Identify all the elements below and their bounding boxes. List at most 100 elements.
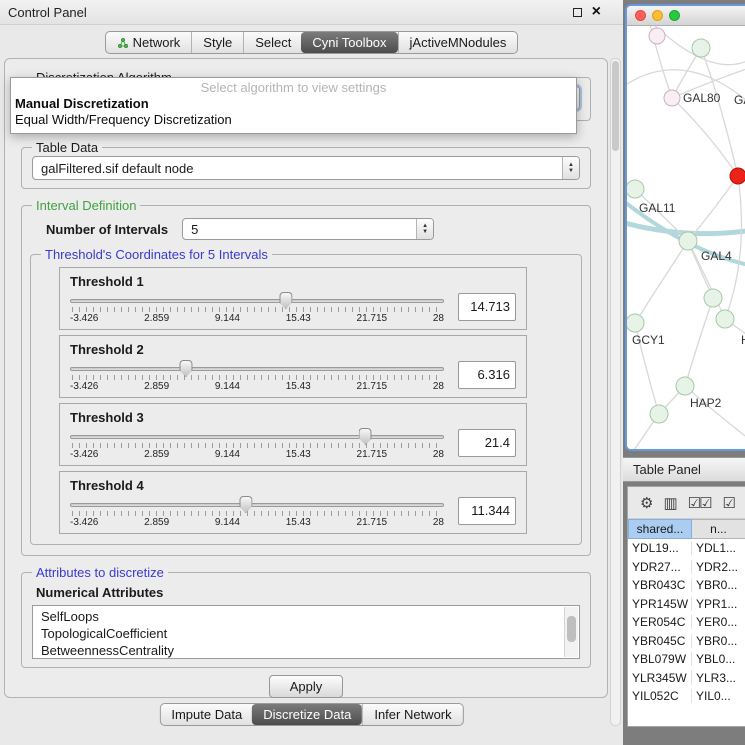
node-label-gal4: GAL4 bbox=[701, 249, 732, 263]
network-node-gcy1[interactable] bbox=[627, 314, 644, 332]
network-node[interactable] bbox=[649, 28, 665, 44]
table-row[interactable]: YDL19...YDL1... bbox=[628, 539, 745, 558]
table-cell[interactable]: YBL079W bbox=[628, 652, 692, 666]
threshold-value-box[interactable]: 11.344 bbox=[458, 497, 516, 525]
tab-network[interactable]: Network bbox=[106, 32, 192, 53]
network-edge[interactable] bbox=[725, 176, 741, 319]
table-data-combo-value: galFiltered.sif default node bbox=[33, 161, 562, 176]
slider-track[interactable] bbox=[70, 435, 444, 439]
table-cell[interactable]: YBL0... bbox=[692, 652, 745, 666]
close-window-icon[interactable]: × bbox=[592, 6, 601, 18]
table-cell[interactable]: YPR1... bbox=[692, 597, 745, 611]
network-node[interactable] bbox=[650, 405, 668, 423]
column-header-shared-name[interactable]: shared... bbox=[628, 519, 692, 539]
number-of-intervals-value: 5 bbox=[183, 222, 416, 237]
apply-button[interactable]: Apply bbox=[269, 675, 344, 698]
slider-track[interactable] bbox=[70, 503, 444, 507]
network-node[interactable] bbox=[704, 289, 722, 307]
threshold-slider[interactable]: -3.4262.8599.14415.4321.71528 bbox=[70, 292, 444, 326]
table-settings-gear-icon[interactable]: ⚙ bbox=[640, 494, 651, 512]
show-columns-icon[interactable]: ▥ bbox=[663, 494, 675, 512]
table-data-combo[interactable]: galFiltered.sif default node ▲▼ bbox=[32, 156, 580, 180]
close-traffic-icon[interactable] bbox=[635, 10, 646, 21]
threshold-value-box[interactable]: 14.713 bbox=[458, 293, 516, 321]
tab-select[interactable]: Select bbox=[243, 32, 302, 53]
table-cell[interactable]: YBR045C bbox=[628, 634, 692, 648]
network-node[interactable] bbox=[730, 168, 745, 184]
table-data-group: Table Data galFiltered.sif default node … bbox=[21, 147, 591, 189]
network-node[interactable] bbox=[716, 310, 734, 328]
attributes-scrollbar-thumb[interactable] bbox=[567, 616, 576, 642]
tab-jactivemnodules[interactable]: jActiveMNodules bbox=[398, 32, 518, 53]
network-icon bbox=[117, 37, 129, 49]
tab-label: Style bbox=[203, 35, 232, 50]
network-node-hap2[interactable] bbox=[676, 377, 694, 395]
attributes-list[interactable]: SelfLoopsTopologicalCoefficientBetweenne… bbox=[32, 605, 580, 659]
table-row[interactable]: YBR045CYBR0... bbox=[628, 632, 745, 651]
table-row[interactable]: YDR27...YDR2... bbox=[628, 558, 745, 577]
threshold-row: -3.4262.8599.14415.4321.71528 14.713 bbox=[70, 292, 516, 326]
table-row[interactable]: YER054CYER0... bbox=[628, 613, 745, 632]
slider-track[interactable] bbox=[70, 367, 444, 371]
threshold-label: Threshold 2 bbox=[70, 342, 516, 357]
network-canvas[interactable]: GAL80GAL11GAL4GCY1HAP2GAH bbox=[627, 26, 745, 449]
column-header-name[interactable]: n... bbox=[692, 519, 745, 539]
tab-discretize-data[interactable]: Discretize Data bbox=[252, 704, 362, 725]
zoom-traffic-icon[interactable] bbox=[669, 10, 680, 21]
table-cell[interactable]: YLR3... bbox=[692, 671, 745, 685]
threshold-slider[interactable]: -3.4262.8599.14415.4321.71528 bbox=[70, 496, 444, 530]
table-cell[interactable]: YIL0... bbox=[692, 689, 745, 703]
tab-impute-data[interactable]: Impute Data bbox=[160, 704, 253, 725]
table-row[interactable]: YLR345WYLR3... bbox=[628, 669, 745, 688]
table-row[interactable]: YBR043CYBR0... bbox=[628, 576, 745, 595]
threshold-slider[interactable]: -3.4262.8599.14415.4321.71528 bbox=[70, 428, 444, 462]
threshold-value-box[interactable]: 6.316 bbox=[458, 361, 516, 389]
table-cell[interactable]: YLR345W bbox=[628, 671, 692, 685]
table-cell[interactable]: YDL1... bbox=[692, 541, 745, 555]
table-cell[interactable]: YDR27... bbox=[628, 560, 692, 574]
bottom-tab-bar: Impute DataDiscretize DataInfer Network bbox=[159, 703, 463, 726]
attributes-scrollbar[interactable] bbox=[564, 607, 578, 657]
tab-cyni-toolbox[interactable]: Cyni Toolbox bbox=[301, 32, 397, 53]
network-node-gal80[interactable] bbox=[664, 90, 680, 106]
threshold-panel-1: Threshold 1 -3.4262.8599.14415.4321.7152… bbox=[59, 267, 527, 330]
attribute-item-betweennesscentrality[interactable]: BetweennessCentrality bbox=[33, 642, 579, 659]
select-checkbox-icon[interactable]: ☑ bbox=[723, 494, 734, 512]
network-edge[interactable] bbox=[701, 48, 738, 176]
network-edge[interactable] bbox=[685, 298, 713, 386]
network-edge[interactable] bbox=[685, 386, 745, 442]
popup-option-manual-discretization[interactable]: Manual Discretization bbox=[11, 96, 576, 112]
control-panel-scrollbar[interactable] bbox=[610, 58, 621, 726]
table-cell[interactable]: YBR0... bbox=[692, 578, 745, 592]
table-cell[interactable]: YDL19... bbox=[628, 541, 692, 555]
tab-infer-network[interactable]: Infer Network bbox=[362, 704, 462, 725]
threshold-value-box[interactable]: 21.4 bbox=[458, 429, 516, 457]
float-window-icon[interactable] bbox=[573, 8, 582, 17]
table-cell[interactable]: YBR043C bbox=[628, 578, 692, 592]
scale-label: -3.426 bbox=[70, 313, 98, 324]
tab-style[interactable]: Style bbox=[191, 32, 243, 53]
minimize-traffic-icon[interactable] bbox=[652, 10, 663, 21]
network-node-gal4[interactable] bbox=[679, 232, 697, 250]
table-row[interactable]: YPR145WYPR1... bbox=[628, 595, 745, 614]
network-edge[interactable] bbox=[635, 241, 688, 323]
table-cell[interactable]: YIL052C bbox=[628, 689, 692, 703]
table-cell[interactable]: YPR145W bbox=[628, 597, 692, 611]
network-node-gal11[interactable] bbox=[627, 180, 644, 198]
slider-ticks bbox=[72, 307, 442, 312]
control-panel-scrollbar-thumb[interactable] bbox=[612, 61, 619, 151]
slider-track[interactable] bbox=[70, 299, 444, 303]
table-cell[interactable]: YDR2... bbox=[692, 560, 745, 574]
table-cell[interactable]: YER054C bbox=[628, 615, 692, 629]
table-row[interactable]: YIL052CYIL0... bbox=[628, 687, 745, 706]
select-all-icon[interactable]: ☑☑ bbox=[688, 494, 711, 512]
popup-option-equal-width-frequency[interactable]: Equal Width/Frequency Discretization bbox=[11, 112, 576, 128]
table-cell[interactable]: YER0... bbox=[692, 615, 745, 629]
table-row[interactable]: YBL079WYBL0... bbox=[628, 650, 745, 669]
number-of-intervals-combo[interactable]: 5 ▲▼ bbox=[182, 218, 434, 240]
table-cell[interactable]: YBR0... bbox=[692, 634, 745, 648]
threshold-slider[interactable]: -3.4262.8599.14415.4321.71528 bbox=[70, 360, 444, 394]
attribute-item-selfloops[interactable]: SelfLoops bbox=[33, 608, 579, 625]
network-node[interactable] bbox=[692, 39, 710, 57]
attribute-item-topologicalcoefficient[interactable]: TopologicalCoefficient bbox=[33, 625, 579, 642]
